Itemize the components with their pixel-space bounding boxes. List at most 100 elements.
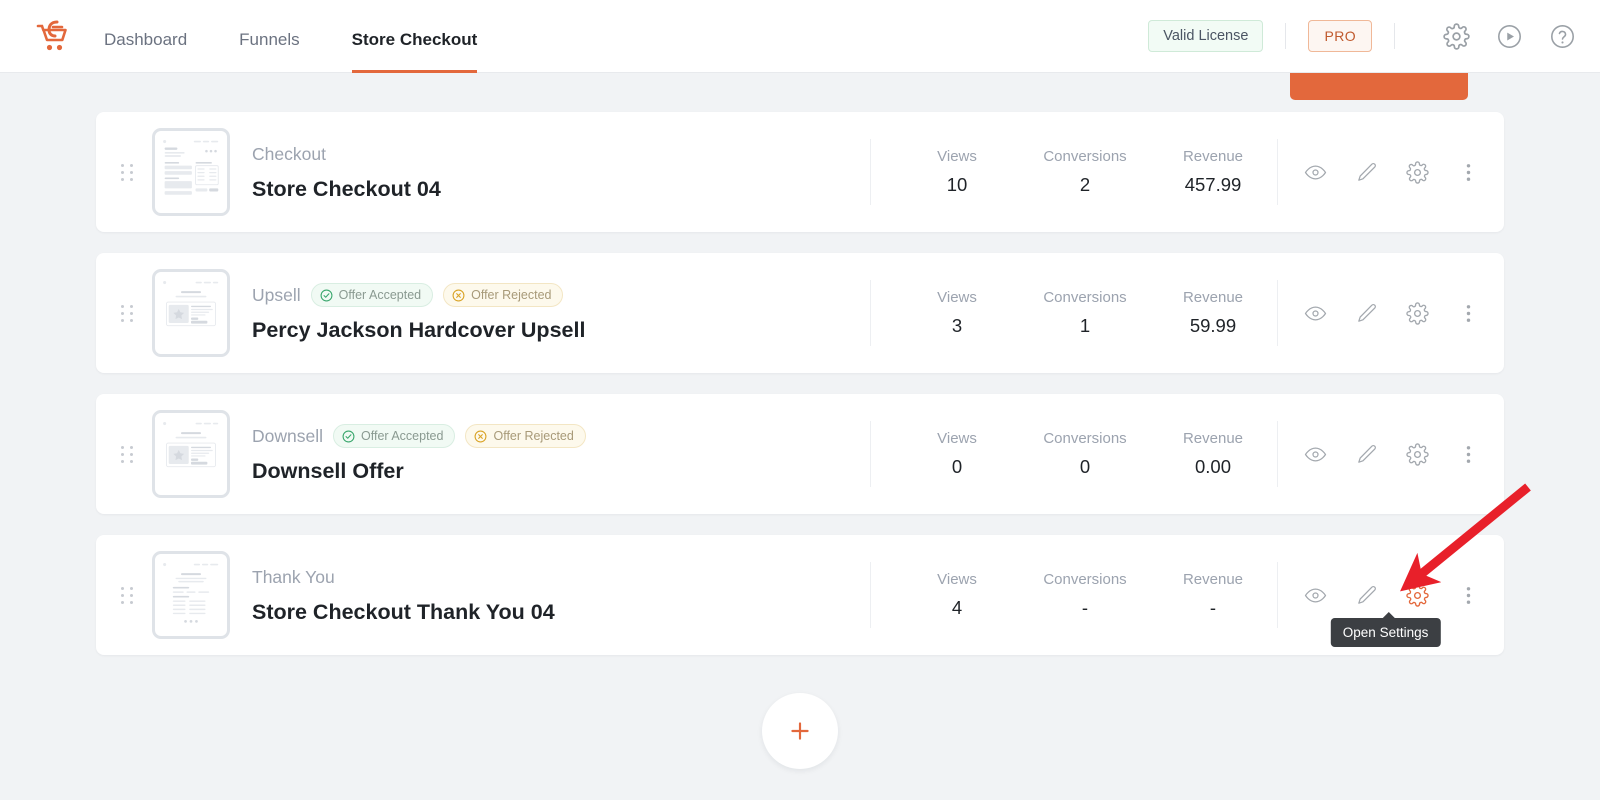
stat-views-label: Views [937,148,977,165]
drag-handle[interactable] [114,163,140,181]
stat-conversions-label: Conversions [1043,289,1127,306]
more-options-icon[interactable] [1457,443,1480,466]
stat-revenue-label: Revenue [1182,430,1244,447]
add-step-row [96,693,1504,769]
nav-item-dashboard[interactable]: Dashboard [104,31,187,73]
stat-views-value: 3 [951,315,963,336]
x-circle-icon [474,430,487,443]
stat-conversions-label: Conversions [1043,148,1127,165]
more-options-icon[interactable] [1457,584,1480,607]
preview-icon[interactable] [1304,443,1327,466]
step-type-label: Checkout [252,143,326,164]
play-circle-icon[interactable] [1496,23,1523,50]
check-circle-icon [320,289,333,302]
stat-revenue-value: 457.99 [1184,174,1242,195]
step-actions [1277,139,1480,205]
edit-icon[interactable] [1355,302,1378,325]
edit-icon[interactable] [1355,161,1378,184]
step-type-row: Thank You [252,565,870,589]
header-right-cluster: Valid License PRO [1148,20,1600,52]
stat-views-label: Views [937,430,977,447]
stat-conversions-label: Conversions [1043,430,1127,447]
pill-offer-accepted[interactable]: Offer Accepted [333,424,456,448]
pill-label: Offer Accepted [338,288,422,302]
funnel-step-card[interactable]: Thank You Store Checkout Thank You 04 Vi… [96,535,1504,655]
preview-icon[interactable] [1304,584,1327,607]
stat-conversions: Conversions 1 [1021,289,1149,337]
step-thumbnail[interactable] [152,128,230,216]
stat-conversions-label: Conversions [1043,571,1127,588]
help-circle-icon[interactable] [1549,23,1576,50]
funnel-step-card[interactable]: Upsell Offer Accepted Offer Rejected Per… [96,253,1504,373]
stat-views-value: 0 [951,456,963,477]
drag-dots-icon [120,304,134,322]
step-info: Upsell Offer Accepted Offer Rejected Per… [252,283,870,343]
stat-conversions: Conversions 0 [1021,430,1149,478]
preview-icon[interactable] [1304,161,1327,184]
settings-gear-icon[interactable] [1406,160,1429,184]
stat-revenue-value: - [1209,597,1217,618]
nav-item-funnels[interactable]: Funnels [239,31,299,73]
pill-offer-accepted[interactable]: Offer Accepted [310,283,434,307]
drag-handle[interactable] [114,304,140,322]
add-step-button[interactable] [762,693,838,769]
main-nav: Dashboard Funnels Store Checkout [104,0,529,73]
stat-views-label: Views [937,571,977,588]
step-type-label: Downsell [252,425,323,446]
stat-views: Views 3 [893,289,1021,337]
edit-icon[interactable] [1355,443,1378,466]
settings-gear-icon[interactable] [1406,442,1429,466]
valid-license-badge[interactable]: Valid License [1148,20,1264,52]
more-options-icon[interactable] [1457,161,1480,184]
stat-views: Views 0 [893,430,1021,478]
step-thumbnail[interactable] [152,269,230,357]
x-circle-icon [452,289,465,302]
drag-dots-icon [120,586,134,604]
edit-icon[interactable] [1355,584,1378,607]
stat-revenue-label: Revenue [1182,148,1244,165]
step-thumbnail[interactable] [152,551,230,639]
stat-conversions-value: 1 [1079,315,1091,336]
funnel-step-card[interactable]: Checkout Store Checkout 04 Views 10 Conv… [96,112,1504,232]
step-title: Downsell Offer [252,459,404,483]
stat-conversions-value: - [1081,597,1089,618]
step-stats: Views 4 Conversions - Revenue - [870,562,1277,628]
pill-offer-rejected[interactable]: Offer Rejected [465,424,586,448]
plus-icon [787,718,813,744]
step-actions [1277,421,1480,487]
preview-icon[interactable] [1304,302,1327,325]
funnel-steps-list: Checkout Store Checkout 04 Views 10 Conv… [96,73,1504,655]
step-thumbnail[interactable] [152,410,230,498]
step-type-row: Downsell Offer Accepted Offer Rejected [252,424,870,448]
stat-revenue-label: Revenue [1182,289,1244,306]
drag-handle[interactable] [114,445,140,463]
step-actions [1277,280,1480,346]
tooltip-open-settings: Open Settings [1330,612,1441,647]
nav-item-store-checkout[interactable]: Store Checkout [351,31,478,73]
pill-label: Offer Rejected [493,429,574,443]
step-title: Percy Jackson Hardcover Upsell [252,318,586,342]
drag-handle[interactable] [114,586,140,604]
step-title: Store Checkout 04 [252,177,441,201]
app-header: Dashboard Funnels Store Checkout Valid L… [0,0,1600,73]
check-circle-icon [342,430,355,443]
pill-offer-rejected[interactable]: Offer Rejected [443,283,564,307]
step-stats: Views 3 Conversions 1 Revenue 59.99 [870,280,1277,346]
more-options-icon[interactable] [1457,302,1480,325]
header-divider-2 [1394,23,1395,49]
drag-dots-icon [120,445,134,463]
settings-gear-icon[interactable] [1406,301,1429,325]
pro-badge[interactable]: PRO [1308,20,1372,52]
step-stats: Views 10 Conversions 2 Revenue 457.99 [870,139,1277,205]
settings-gear-icon[interactable] [1406,583,1429,607]
stat-conversions-value: 2 [1079,174,1091,195]
logo-container[interactable] [0,18,104,54]
step-type-row: Upsell Offer Accepted Offer Rejected [252,283,870,307]
gear-icon[interactable] [1443,22,1470,50]
funnel-step-card[interactable]: Downsell Offer Accepted Offer Rejected D… [96,394,1504,514]
stat-revenue: Revenue 0.00 [1149,430,1277,478]
stat-revenue-label: Revenue [1182,571,1244,588]
step-info: Checkout Store Checkout 04 [252,142,870,202]
drag-dots-icon [120,163,134,181]
step-info: Downsell Offer Accepted Offer Rejected D… [252,424,870,484]
